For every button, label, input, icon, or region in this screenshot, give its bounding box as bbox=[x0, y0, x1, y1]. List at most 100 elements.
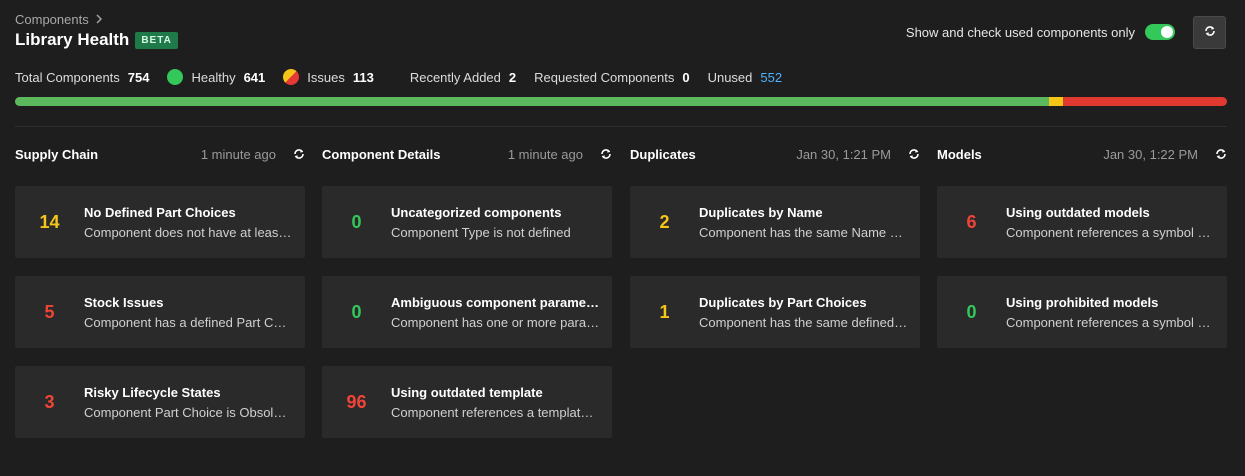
issue-count: 2 bbox=[659, 211, 670, 232]
issue-count: 6 bbox=[966, 211, 977, 232]
issue-card-body: Risky Lifecycle States Component Part Cho… bbox=[84, 385, 305, 420]
stat-unused-label: Unused bbox=[707, 69, 753, 85]
issue-card-body: Using outdated template Component referen… bbox=[391, 385, 612, 420]
stat-requested-value: 0 bbox=[682, 69, 690, 85]
header-divider bbox=[15, 126, 1227, 127]
issue-count: 5 bbox=[44, 301, 55, 322]
progress-segment-warning bbox=[1048, 97, 1064, 106]
stat-issues-label: Issues bbox=[307, 69, 345, 85]
stat-requested-label: Requested Components bbox=[534, 69, 675, 85]
used-only-toggle[interactable] bbox=[1145, 24, 1175, 40]
issue-description: Component has the same defined Part Choi… bbox=[699, 314, 908, 330]
refresh-icon bbox=[1204, 24, 1216, 42]
stat-issues: Issues 113 bbox=[283, 69, 374, 85]
breadcrumb: Components bbox=[15, 12, 103, 27]
issue-title: No Defined Part Choices bbox=[84, 204, 236, 220]
issue-title: Stock Issues bbox=[84, 294, 164, 310]
stat-requested[interactable]: Requested Components 0 bbox=[534, 70, 689, 85]
refresh-all-button[interactable] bbox=[1193, 16, 1226, 49]
issue-description: Component references a template that is … bbox=[391, 404, 600, 420]
issue-title: Duplicates by Part Choices bbox=[699, 294, 867, 310]
issue-description: Component Part Choice is Obsolete or at … bbox=[84, 404, 293, 420]
section-header: Duplicates Jan 30, 1:21 PM bbox=[630, 144, 920, 164]
section-refresh-icon[interactable] bbox=[908, 148, 920, 160]
issue-count: 1 bbox=[659, 301, 670, 322]
section-timestamp: Jan 30, 1:22 PM bbox=[1103, 146, 1198, 162]
stat-unused[interactable]: Unused 552 bbox=[708, 70, 783, 85]
issue-card[interactable]: 5 Stock Issues Component has a defined Par… bbox=[15, 276, 305, 348]
stat-recent-value: 2 bbox=[508, 69, 517, 85]
issue-card[interactable]: 0 Uncategorized components Component Type … bbox=[322, 186, 612, 258]
progress-segment-healthy bbox=[15, 97, 1049, 106]
section-title: Duplicates bbox=[630, 146, 696, 162]
issue-card[interactable]: 6 Using outdated models Component referenc… bbox=[937, 186, 1227, 258]
beta-badge: BETA bbox=[135, 31, 178, 49]
stat-recent[interactable]: Recently Added 2 bbox=[410, 70, 516, 85]
issue-description: Component references a symbol or footpri… bbox=[1006, 224, 1215, 240]
section-header: Component Details 1 minute ago bbox=[322, 144, 612, 164]
section-header: Models Jan 30, 1:22 PM bbox=[937, 144, 1227, 164]
stat-healthy-label: Healthy bbox=[191, 69, 236, 85]
healthy-dot-icon bbox=[167, 69, 184, 85]
section-timestamp: Jan 30, 1:21 PM bbox=[796, 146, 891, 162]
issue-card-body: Ambiguous component parameters Component … bbox=[391, 295, 612, 330]
used-only-toggle-label: Show and check used components only bbox=[905, 24, 1135, 40]
section-cards: 2 Duplicates by Name Component has the sam… bbox=[630, 186, 920, 348]
page-title: Library Health bbox=[15, 30, 130, 49]
issue-card[interactable]: 14 No Defined Part Choices Component does … bbox=[15, 186, 305, 258]
section-refresh-icon[interactable] bbox=[600, 148, 612, 160]
issue-card[interactable]: 2 Duplicates by Name Component has the sam… bbox=[630, 186, 920, 258]
issue-description: Component Type is not defined bbox=[391, 224, 571, 240]
title-row: Library Health BETA bbox=[15, 30, 178, 50]
breadcrumb-parent[interactable]: Components bbox=[15, 12, 89, 27]
stat-unused-value[interactable]: 552 bbox=[760, 70, 782, 85]
stats-bar: Total Components 754 Healthy 641 Issues … bbox=[15, 69, 800, 85]
issue-card[interactable]: 96 Using outdated template Component refer… bbox=[322, 366, 612, 438]
issue-description: Component has a defined Part Choice with… bbox=[84, 314, 293, 330]
section-cards: 14 No Defined Part Choices Component does … bbox=[15, 186, 305, 438]
section-component-details: Component Details 1 minute ago 0 Uncategori… bbox=[322, 144, 612, 456]
stat-total-value: 754 bbox=[127, 69, 150, 85]
section-supply-chain: Supply Chain 1 minute ago 14 No Defined Par… bbox=[15, 144, 305, 456]
stat-recent-label: Recently Added bbox=[409, 69, 501, 85]
issue-card-body: Duplicates by Name Component has the same… bbox=[699, 205, 920, 240]
issue-description: Component has one or more parameters tha… bbox=[391, 314, 600, 330]
issue-card[interactable]: 0 Using prohibited models Component refere… bbox=[937, 276, 1227, 348]
section-cards: 6 Using outdated models Component referenc… bbox=[937, 186, 1227, 348]
issue-card-body: Using outdated models Component reference… bbox=[1006, 205, 1227, 240]
issue-title: Ambiguous component parameters bbox=[391, 294, 600, 310]
issue-title: Duplicates by Name bbox=[699, 204, 823, 220]
section-title: Component Details bbox=[322, 146, 441, 162]
issue-card-body: Stock Issues Component has a defined Part… bbox=[84, 295, 305, 330]
issue-count: 0 bbox=[966, 301, 977, 322]
section-timestamp: 1 minute ago bbox=[200, 146, 276, 162]
section-duplicates: Duplicates Jan 30, 1:21 PM 2 Duplicates by … bbox=[630, 144, 920, 366]
issue-count: 0 bbox=[351, 301, 362, 322]
issue-card-body: Duplicates by Part Choices Component has … bbox=[699, 295, 920, 330]
stat-issues-value: 113 bbox=[352, 69, 374, 85]
issues-dot-icon bbox=[283, 69, 300, 85]
issue-card-body: Uncategorized components Component Type i… bbox=[391, 205, 612, 240]
issue-title: Risky Lifecycle States bbox=[84, 384, 221, 400]
section-header: Supply Chain 1 minute ago bbox=[15, 144, 305, 164]
issue-card[interactable]: 3 Risky Lifecycle States Component Part Ch… bbox=[15, 366, 305, 438]
issue-card-body: No Defined Part Choices Component does no… bbox=[84, 205, 305, 240]
issue-count: 3 bbox=[44, 391, 55, 412]
section-models: Models Jan 30, 1:22 PM 6 Using outdated mod… bbox=[937, 144, 1227, 366]
section-refresh-icon[interactable] bbox=[293, 148, 305, 160]
issue-description: Component does not have at least one def… bbox=[84, 224, 293, 240]
section-cards: 0 Uncategorized components Component Type … bbox=[322, 186, 612, 438]
issue-title: Uncategorized components bbox=[391, 204, 562, 220]
section-refresh-icon[interactable] bbox=[1215, 148, 1227, 160]
issue-card[interactable]: 1 Duplicates by Part Choices Component has… bbox=[630, 276, 920, 348]
chevron-right-icon bbox=[95, 13, 103, 27]
issue-title: Using outdated models bbox=[1006, 204, 1150, 220]
issue-count: 96 bbox=[346, 391, 367, 412]
issue-count: 0 bbox=[351, 211, 362, 232]
section-timestamp: 1 minute ago bbox=[507, 146, 583, 162]
used-only-toggle-group: Show and check used components only bbox=[906, 24, 1175, 40]
issue-card[interactable]: 0 Ambiguous component parameters Component… bbox=[322, 276, 612, 348]
section-title: Models bbox=[937, 146, 982, 162]
issue-description: Component references a symbol or footpri… bbox=[1006, 314, 1215, 330]
issue-card-body: Using prohibited models Component referen… bbox=[1006, 295, 1227, 330]
